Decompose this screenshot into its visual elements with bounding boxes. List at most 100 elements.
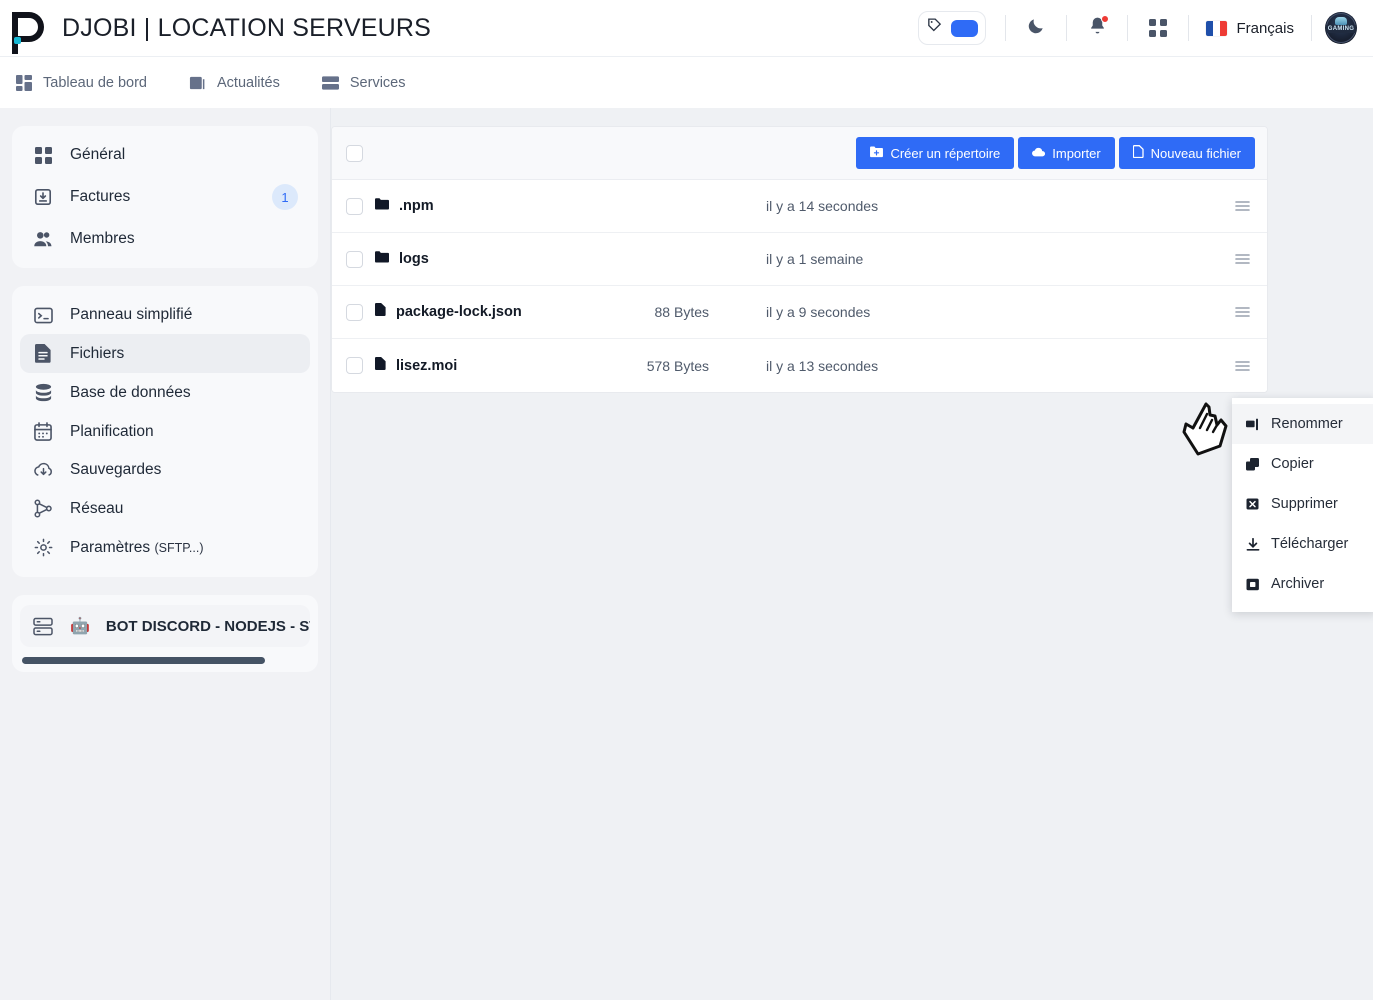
file-manager-panel: Créer un répertoire Importer Nouveau fic… [331, 126, 1268, 393]
terminal-icon [32, 307, 54, 324]
file-manager-toolbar: Créer un répertoire Importer Nouveau fic… [332, 127, 1267, 180]
sidebar-horizontal-scrollbar[interactable] [20, 647, 310, 672]
context-menu-item-archiver[interactable]: Archiver [1232, 564, 1373, 604]
sidebar-item-reseau[interactable]: Réseau [20, 489, 310, 528]
nav-item-news[interactable]: Actualités [189, 57, 280, 108]
context-menu-label: Copier [1271, 456, 1314, 472]
divider [1311, 15, 1312, 41]
create-directory-button[interactable]: Créer un répertoire [856, 137, 1015, 169]
nav-item-services[interactable]: Services [321, 57, 406, 108]
sidebar-item-general[interactable]: Général [20, 136, 310, 174]
sidebar-item-factures[interactable]: Factures 1 [20, 174, 310, 220]
file-icon [375, 303, 386, 321]
table-row[interactable]: logs il y a 1 semaine [332, 233, 1267, 286]
grid-icon [32, 146, 54, 164]
copy-icon [1246, 457, 1260, 471]
file-manager-actions: Créer un répertoire Importer Nouveau fic… [856, 137, 1255, 169]
file-name: lisez.moi [396, 357, 458, 374]
app-header: DJOBI | LOCATION SERVEURS Français GAMIN… [0, 0, 1373, 56]
scrollbar-thumb[interactable] [22, 657, 266, 664]
header-actions: Français GAMING [918, 0, 1357, 56]
sidebar-item-label: Réseau [70, 499, 124, 517]
server-rack-icon [32, 617, 54, 636]
sidebar-item-sauvegardes[interactable]: Sauvegardes [20, 451, 310, 489]
folder-icon [375, 250, 389, 268]
select-all-checkbox[interactable] [346, 144, 363, 162]
theme-swatch[interactable] [951, 19, 979, 37]
sidebar-server-nav-card: Panneau simplifié Fichiers Base de donné… [12, 286, 318, 577]
row-checkbox[interactable] [346, 250, 363, 268]
sidebar: Général Factures 1 Membres Panneau simpl… [0, 108, 331, 1000]
sidebar-item-base-de-donnees[interactable]: Base de données [20, 373, 310, 412]
button-label: Nouveau fichier [1150, 145, 1241, 161]
page-body: Général Factures 1 Membres Panneau simpl… [0, 108, 1373, 1000]
file-modified: il y a 14 secondes [766, 198, 879, 214]
sidebar-item-fichiers[interactable]: Fichiers [20, 334, 310, 373]
theme-color-picker[interactable] [918, 11, 987, 45]
file-modified: il y a 9 secondes [766, 304, 871, 320]
table-row[interactable]: lisez.moi 578 Bytes il y a 13 secondes [332, 339, 1267, 392]
context-menu-item-copier[interactable]: Copier [1232, 444, 1373, 484]
import-button[interactable]: Importer [1018, 137, 1115, 169]
sidebar-item-suffix: (SFTP...) [154, 540, 204, 555]
row-checkbox[interactable] [346, 303, 363, 321]
sidebar-item-panneau-simplifie[interactable]: Panneau simplifié [20, 296, 310, 334]
notification-badge-dot [1101, 15, 1110, 23]
sidebar-item-label: Panneau simplifié [70, 306, 193, 323]
grid-icon [1149, 19, 1168, 37]
sidebar-item-label: Général [70, 146, 126, 163]
sidebar-item-planification[interactable]: Planification [20, 412, 310, 451]
dark-mode-toggle[interactable] [1019, 11, 1053, 45]
table-row[interactable]: package-lock.json 88 Bytes il y a 9 seco… [332, 286, 1267, 339]
divider [1127, 15, 1129, 41]
moon-icon [1026, 16, 1046, 41]
page-title: DJOBI | LOCATION SERVEURS [62, 13, 431, 42]
new-file-button[interactable]: Nouveau fichier [1118, 137, 1255, 169]
context-menu-item-renommer[interactable]: Renommer [1232, 404, 1373, 444]
sidebar-server-entry[interactable]: 🤖 BOT DISCORD - NODEJS - ST [20, 605, 310, 647]
file-name-cell[interactable]: logs [375, 250, 587, 268]
file-name-cell[interactable]: package-lock.json [375, 303, 587, 321]
delete-icon [1246, 498, 1260, 511]
sidebar-server-name: BOT DISCORD - NODEJS - ST [105, 617, 310, 635]
row-menu-button[interactable] [1229, 306, 1255, 318]
apps-grid-button[interactable] [1141, 11, 1175, 45]
nav-label: Services [349, 74, 406, 91]
context-menu-item-supprimer[interactable]: Supprimer [1232, 484, 1373, 524]
file-name: package-lock.json [396, 304, 522, 320]
sidebar-item-label: Membres [70, 230, 135, 247]
file-name-cell[interactable]: lisez.moi [375, 356, 587, 375]
nav-label: Actualités [217, 74, 280, 91]
folder-plus-icon [870, 145, 884, 161]
row-menu-button[interactable] [1229, 200, 1255, 212]
file-icon [32, 344, 54, 363]
divider [1005, 15, 1007, 41]
row-checkbox[interactable] [346, 197, 363, 215]
invoice-icon [32, 188, 54, 206]
djobi-d-logo-icon [12, 11, 48, 54]
file-modified: il y a 1 semaine [766, 251, 864, 267]
row-menu-button[interactable] [1229, 253, 1255, 265]
file-plus-icon [1132, 145, 1144, 161]
file-name-cell[interactable]: .npm [375, 197, 587, 215]
nav-item-dashboard[interactable]: Tableau de bord [16, 57, 147, 108]
notifications-button[interactable] [1080, 11, 1114, 45]
context-menu-label: Renommer [1271, 416, 1343, 432]
brand[interactable]: DJOBI | LOCATION SERVEURS [12, 11, 431, 54]
row-checkbox[interactable] [346, 357, 363, 374]
file-size: 88 Bytes [654, 304, 709, 320]
sidebar-item-membres[interactable]: Membres [20, 220, 310, 258]
cloud-download-icon [32, 461, 54, 479]
sidebar-item-label: Base de données [70, 383, 191, 401]
language-label: Français [1236, 19, 1294, 37]
context-menu-item-telecharger[interactable]: Télécharger [1232, 524, 1373, 564]
row-menu-button[interactable] [1229, 360, 1255, 372]
upload-cloud-icon [1032, 146, 1046, 161]
language-selector[interactable]: Français [1202, 20, 1298, 37]
users-icon [32, 230, 54, 248]
main-content: Créer un répertoire Importer Nouveau fic… [331, 108, 1373, 1000]
table-row[interactable]: .npm il y a 14 secondes [332, 180, 1267, 233]
avatar[interactable]: GAMING [1325, 12, 1357, 44]
sidebar-item-parametres[interactable]: Paramètres (SFTP...) [20, 528, 310, 567]
sidebar-item-label: Fichiers [70, 344, 125, 362]
